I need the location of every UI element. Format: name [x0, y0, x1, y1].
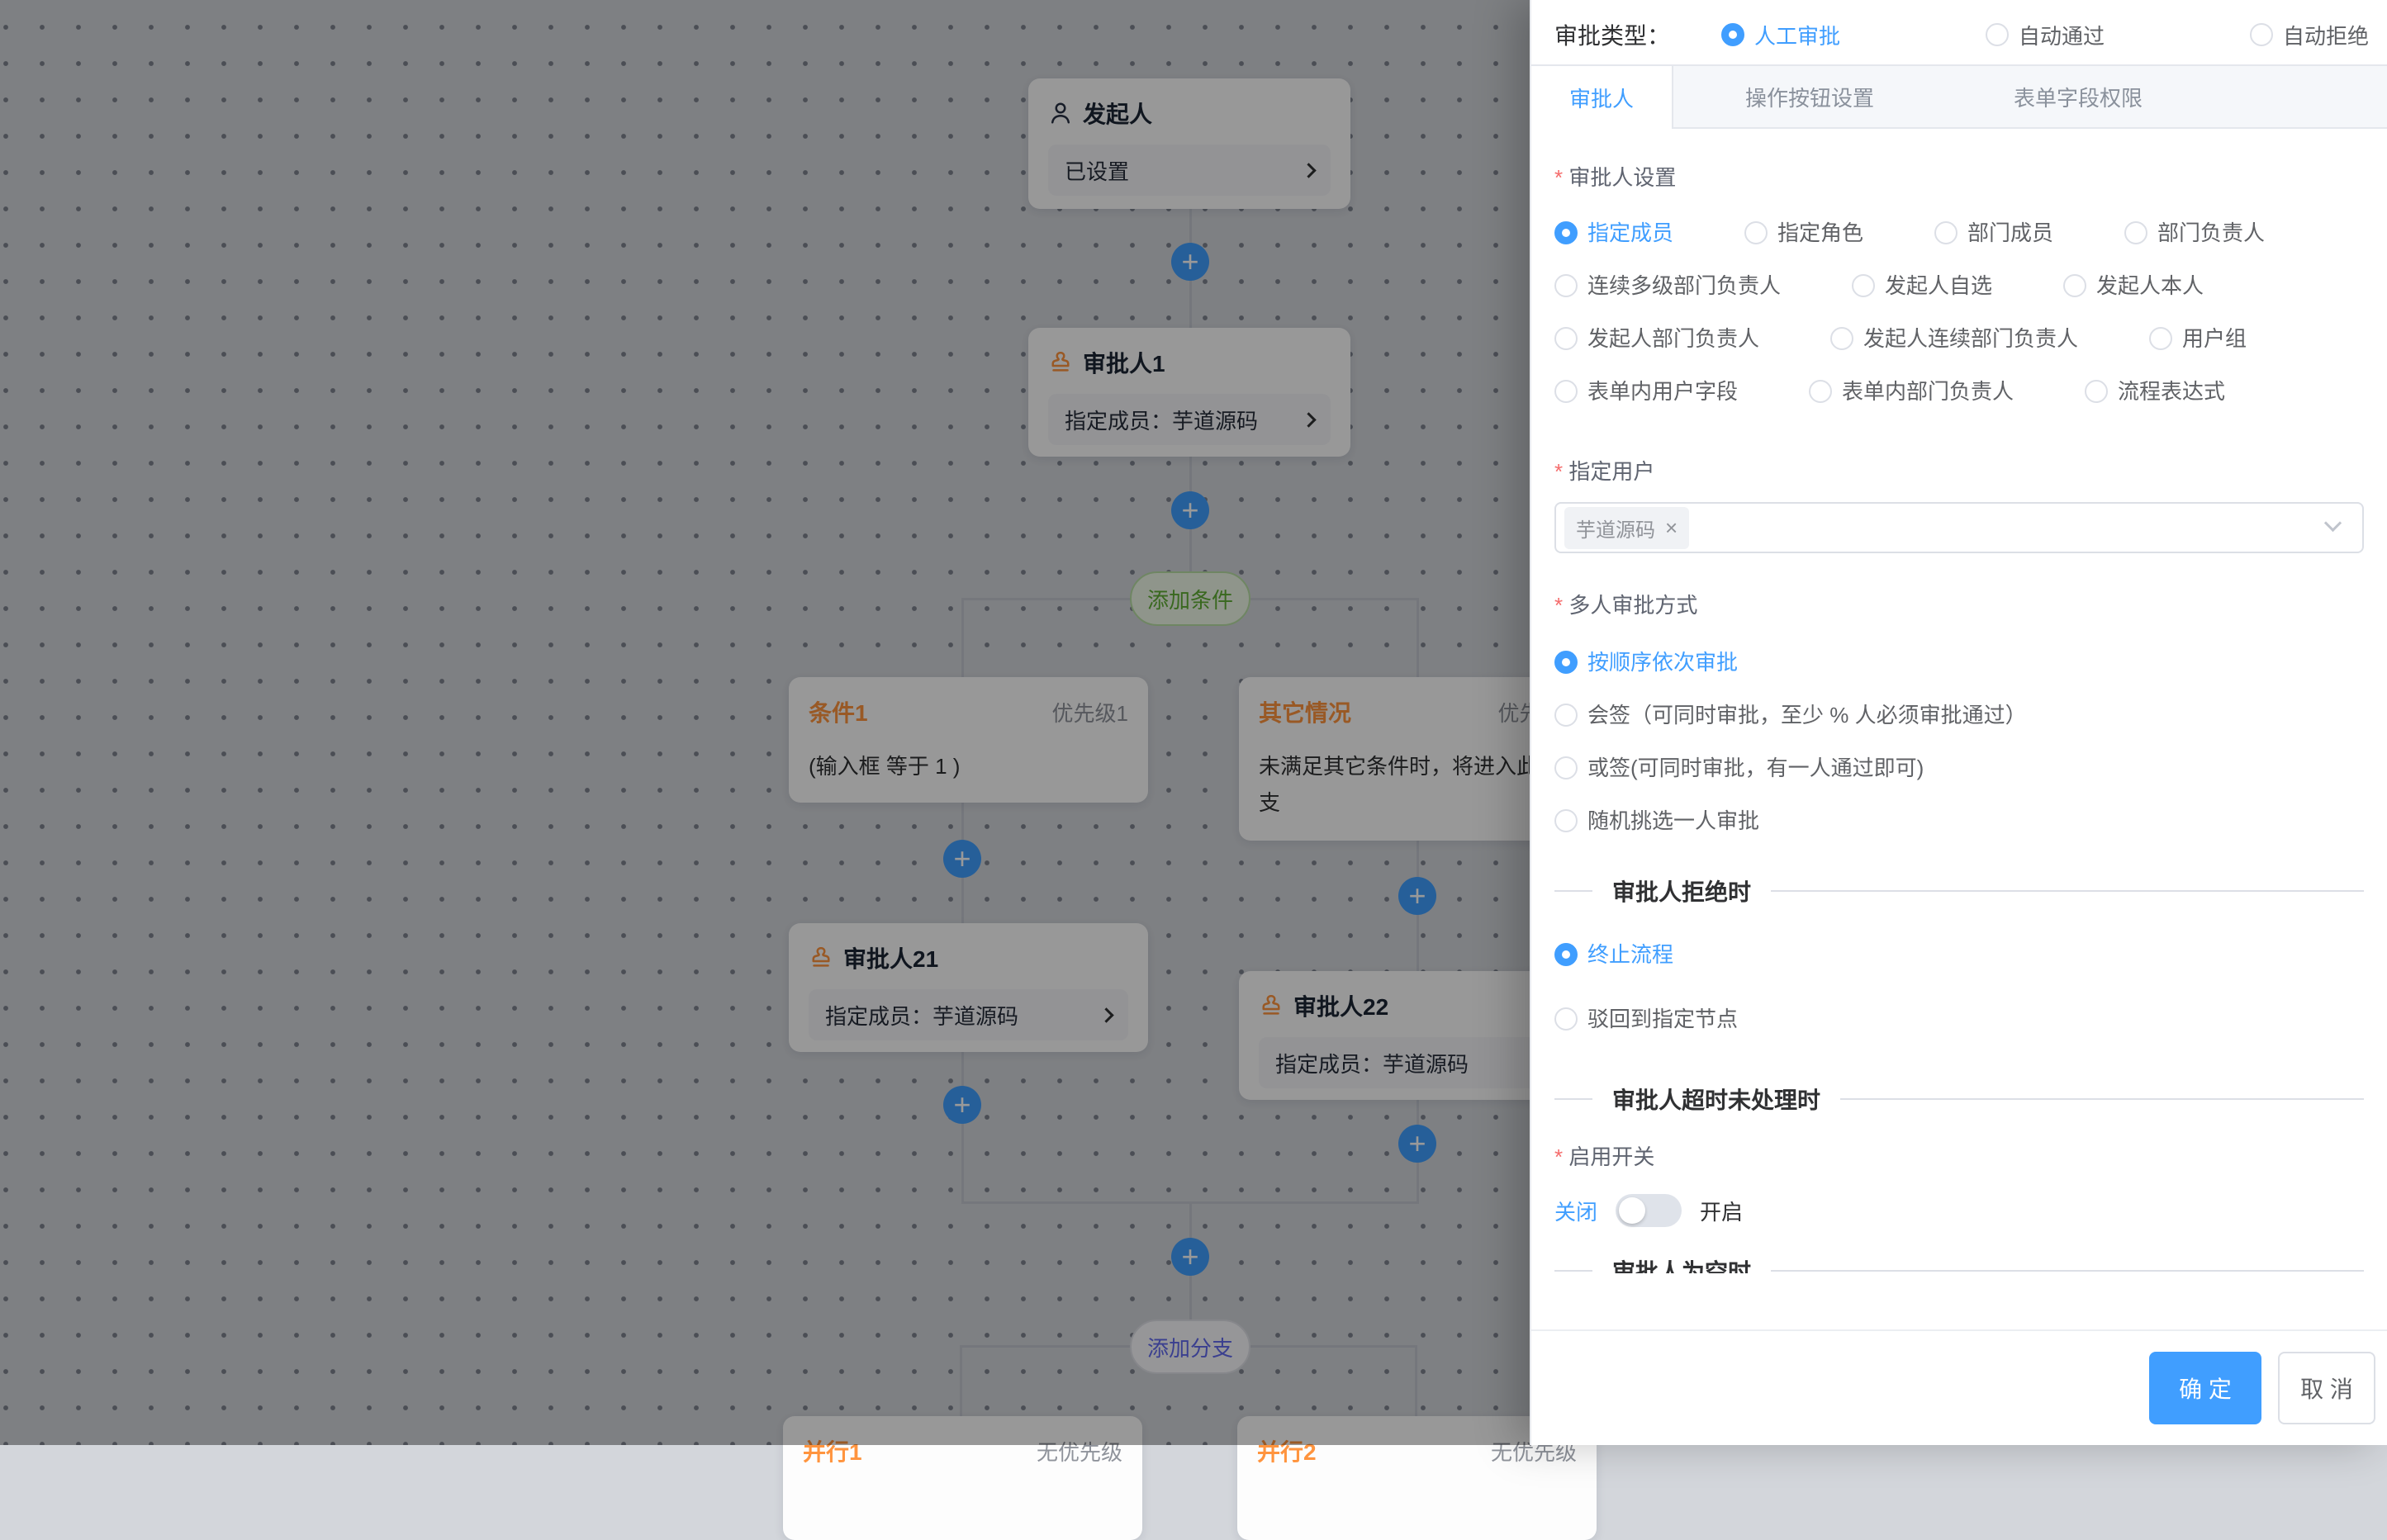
radio-icon [1554, 651, 1578, 674]
radio-auto-reject[interactable]: 自动拒绝 [2250, 20, 2369, 50]
radio-starter-dept-leader[interactable]: 发起人部门负责人 [1554, 325, 1759, 352]
radio-icon [2085, 380, 2108, 403]
radio-icon [1554, 380, 1578, 403]
radio-icon [2250, 23, 2273, 46]
radio-return-to-node[interactable]: 驳回到指定节点 [1554, 1006, 2364, 1032]
radio-icon [1554, 1007, 1578, 1031]
radio-icon [1934, 221, 1958, 244]
chevron-down-icon [2324, 514, 2342, 532]
drawer-footer: 确 定 取 消 [1531, 1329, 2387, 1445]
drawer-body[interactable]: 审批人设置 指定成员 指定角色 部门成员 部门负责人 连续多级部门负责人 发起人… [1531, 129, 2387, 1273]
radio-icon [1809, 380, 1832, 403]
radio-icon [1554, 943, 1578, 966]
radio-countersign[interactable]: 会签（可同时审批，至少 % 人必须审批通过） [1554, 702, 2364, 728]
radio-dept-leader[interactable]: 部门负责人 [2124, 220, 2265, 246]
radio-dept-member[interactable]: 部门成员 [1934, 220, 2053, 246]
cancel-button[interactable]: 取 消 [2278, 1352, 2375, 1424]
radio-starter-self-select[interactable]: 发起人自选 [1852, 272, 1992, 299]
radio-icon [1830, 327, 1853, 350]
radio-multi-level-dept-leader[interactable]: 连续多级部门负责人 [1554, 272, 1781, 299]
assign-user-select[interactable]: 芋道源码 × [1554, 502, 2364, 553]
radio-icon [1554, 809, 1578, 832]
approval-type-row: 审批类型： 人工审批 自动通过 自动拒绝 [1531, 0, 2387, 51]
radio-terminate-flow[interactable]: 终止流程 [1554, 941, 2364, 968]
radio-user-group[interactable]: 用户组 [2149, 325, 2247, 352]
radio-or-sign[interactable]: 或签(可同时审批，有一人通过即可) [1554, 755, 2364, 781]
radio-random-one[interactable]: 随机挑选一人审批 [1554, 808, 2364, 834]
approver-setting-row2: 连续多级部门负责人 发起人自选 发起人本人 [1554, 272, 2364, 299]
radio-icon [2149, 327, 2172, 350]
radio-icon [1986, 23, 2009, 46]
multi-mode-row2: 会签（可同时审批，至少 % 人必须审批通过） [1554, 702, 2364, 728]
radio-assign-member[interactable]: 指定成员 [1554, 220, 1673, 246]
multi-mode-row3: 或签(可同时审批，有一人通过即可) [1554, 755, 2364, 781]
assign-user-label: 指定用户 [1554, 457, 2364, 486]
reject-section-title: 审批人拒绝时 [1612, 874, 1751, 907]
tabbar-filler [2210, 66, 2387, 127]
radio-flow-expression[interactable]: 流程表达式 [2085, 378, 2225, 405]
reject-section-divider: 审批人拒绝时 [1554, 877, 2364, 905]
radio-form-user-field[interactable]: 表单内用户字段 [1554, 378, 1738, 405]
clipped-section-divider: 审批人为空时 [1554, 1257, 2364, 1273]
radio-assign-role[interactable]: 指定角色 [1744, 220, 1863, 246]
radio-auto-pass[interactable]: 自动通过 [1986, 20, 2105, 50]
radio-icon [1554, 756, 1578, 779]
radio-icon [1852, 274, 1875, 297]
timeout-section-divider: 审批人超时未处理时 [1554, 1085, 2364, 1113]
radio-sequential-approval[interactable]: 按顺序依次审批 [1554, 649, 2364, 675]
switch-on-label[interactable]: 开启 [1700, 1196, 1743, 1226]
radio-icon [1554, 327, 1578, 350]
timeout-enable-toggle[interactable] [1616, 1194, 1682, 1227]
approver-settings-drawer: 审批类型： 人工审批 自动通过 自动拒绝 审批人 操作按钮设置 表单字段权限 审… [1530, 0, 2387, 1445]
radio-starter-multi-dept-leader[interactable]: 发起人连续部门负责人 [1830, 325, 2078, 352]
radio-form-dept-leader[interactable]: 表单内部门负责人 [1809, 378, 2014, 405]
approver-setting-row1: 指定成员 指定角色 部门成员 部门负责人 [1554, 220, 2364, 246]
radio-icon [1554, 221, 1578, 244]
clipped-section-title: 审批人为空时 [1612, 1254, 1751, 1273]
tab-approver[interactable]: 审批人 [1531, 66, 1673, 129]
multi-mode-row4: 随机挑选一人审批 [1554, 808, 2364, 834]
reject-row2: 驳回到指定节点 [1554, 1006, 2364, 1032]
tag-remove-icon[interactable]: × [1665, 517, 1678, 538]
radio-starter-self[interactable]: 发起人本人 [2063, 272, 2204, 299]
radio-icon [1554, 274, 1578, 297]
multi-mode-row1: 按顺序依次审批 [1554, 649, 2364, 675]
enable-switch-label: 启用开关 [1554, 1143, 2364, 1171]
switch-off-label[interactable]: 关闭 [1554, 1196, 1597, 1226]
multi-approve-mode-label: 多人审批方式 [1554, 591, 2364, 619]
approver-setting-row4: 表单内用户字段 表单内部门负责人 流程表达式 [1554, 378, 2364, 405]
radio-icon [1721, 23, 1744, 46]
radio-icon [2063, 274, 2086, 297]
selected-user-tag[interactable]: 芋道源码 × [1564, 507, 1689, 549]
radio-icon [1744, 221, 1768, 244]
drawer-tabbar: 审批人 操作按钮设置 表单字段权限 [1531, 64, 2387, 129]
radio-icon [2124, 221, 2147, 244]
approver-setting-row3: 发起人部门负责人 发起人连续部门负责人 用户组 [1554, 325, 2364, 352]
radio-manual-approval[interactable]: 人工审批 [1721, 20, 1840, 50]
approver-setting-label: 审批人设置 [1554, 163, 2364, 192]
confirm-button[interactable]: 确 定 [2149, 1352, 2261, 1424]
enable-switch-row: 关闭 开启 [1554, 1194, 2364, 1227]
tab-button-settings[interactable]: 操作按钮设置 [1673, 66, 1946, 127]
reject-row1: 终止流程 [1554, 941, 2364, 968]
radio-icon [1554, 704, 1578, 727]
tab-form-field-permissions[interactable]: 表单字段权限 [1946, 66, 2210, 127]
timeout-section-title: 审批人超时未处理时 [1612, 1083, 1820, 1116]
approval-type-radio-group: 人工审批 自动通过 自动拒绝 [1721, 20, 2369, 50]
approval-type-label: 审批类型： [1554, 18, 1670, 51]
